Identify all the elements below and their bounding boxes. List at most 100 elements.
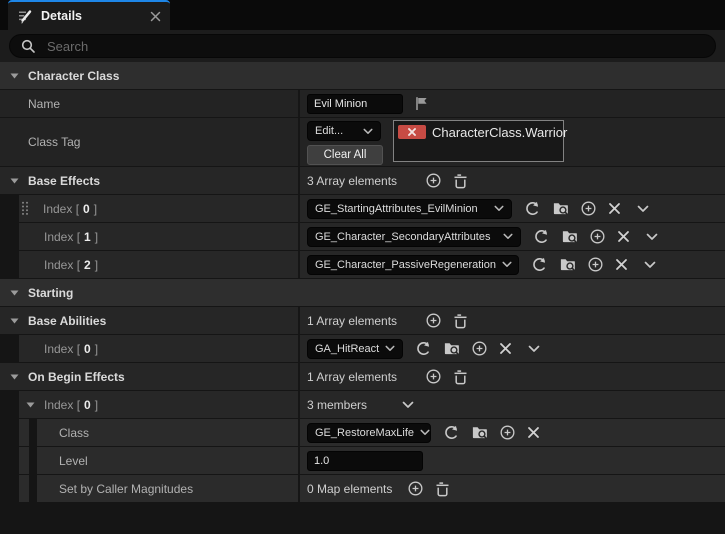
browse-to-asset-icon[interactable] [559, 256, 576, 273]
asset-name: GE_Character_PassiveRegeneration [315, 259, 496, 271]
more-options-chevron-icon[interactable] [646, 233, 658, 241]
add-element-icon[interactable] [580, 200, 597, 217]
category-character-class[interactable]: Character Class [0, 62, 725, 90]
more-options-chevron-icon[interactable] [644, 261, 656, 269]
browse-to-asset-icon[interactable] [471, 424, 488, 441]
clear-reference-x-icon[interactable] [527, 426, 540, 439]
clear-all-button[interactable]: Clear All [307, 145, 383, 165]
clear-reference-x-icon[interactable] [608, 202, 621, 215]
search-input[interactable] [45, 38, 704, 55]
array-controls [425, 368, 468, 385]
delete-elements-trash-icon[interactable] [453, 369, 468, 385]
browse-to-asset-icon[interactable] [443, 340, 460, 357]
add-element-icon[interactable] [587, 256, 604, 273]
asset-controls [524, 200, 649, 217]
row-on-begin-effects[interactable]: On Begin Effects 1 Array elements [0, 363, 725, 391]
grip-dots-icon[interactable] [21, 201, 29, 216]
add-element-icon[interactable] [471, 340, 488, 357]
tag-label: CharacterClass.Warrior [432, 125, 567, 140]
map-controls [407, 480, 450, 497]
search-row [0, 30, 725, 62]
row-on-begin-index-0[interactable]: Index [0] 3 members [0, 391, 725, 419]
add-element-icon[interactable] [499, 424, 516, 441]
level-input[interactable] [307, 451, 423, 471]
delete-elements-trash-icon[interactable] [453, 173, 468, 189]
browse-to-asset-icon[interactable] [552, 200, 569, 217]
clear-reference-x-icon[interactable] [499, 342, 512, 355]
array-label: On Begin Effects [28, 370, 125, 384]
search-box[interactable] [9, 34, 716, 58]
row-base-effects-index-0: Index [0] GE_StartingAttributes_EvilMini… [0, 195, 725, 223]
asset-name: GE_RestoreMaxLife [315, 427, 414, 439]
asset-dropdown[interactable]: GE_RestoreMaxLife [307, 423, 431, 443]
add-element-icon[interactable] [425, 368, 442, 385]
index-label: Index [0] [44, 398, 98, 412]
asset-dropdown[interactable]: GE_StartingAttributes_EvilMinion [307, 199, 512, 219]
property-label: Class [59, 426, 89, 440]
more-options-chevron-icon[interactable] [637, 205, 649, 213]
delete-elements-trash-icon[interactable] [453, 313, 468, 329]
triangle-down-icon[interactable] [10, 178, 19, 184]
clear-reference-x-icon[interactable] [615, 258, 628, 271]
triangle-down-icon[interactable] [10, 290, 19, 296]
chevron-down-icon [414, 429, 430, 436]
use-selected-asset-icon[interactable] [524, 200, 541, 217]
clear-reference-x-icon[interactable] [617, 230, 630, 243]
asset-dropdown[interactable]: GE_Character_PassiveRegeneration [307, 255, 519, 275]
browse-to-asset-icon[interactable] [561, 228, 578, 245]
remove-tag-x-icon[interactable] [398, 125, 426, 139]
flag-icon[interactable] [414, 96, 429, 111]
asset-dropdown[interactable]: GA_HitReact [307, 339, 403, 359]
chevron-down-icon [379, 345, 395, 352]
asset-controls [415, 340, 540, 357]
add-element-icon[interactable] [407, 480, 424, 497]
more-options-chevron-icon[interactable] [528, 345, 540, 353]
array-count: 3 Array elements [307, 174, 425, 188]
array-count: 1 Array elements [307, 314, 425, 328]
magnifier-icon [21, 39, 36, 54]
use-selected-asset-icon[interactable] [533, 228, 550, 245]
add-element-icon[interactable] [589, 228, 606, 245]
edit-tags-label: Edit... [315, 125, 343, 137]
add-element-icon[interactable] [425, 312, 442, 329]
edit-tags-dropdown[interactable]: Edit... [307, 121, 381, 141]
use-selected-asset-icon[interactable] [531, 256, 548, 273]
use-selected-asset-icon[interactable] [443, 424, 460, 441]
asset-dropdown[interactable]: GE_Character_SecondaryAttributes [307, 227, 521, 247]
triangle-down-icon[interactable] [10, 318, 19, 324]
close-tab-x-icon[interactable] [150, 11, 161, 22]
clear-all-label: Clear All [324, 149, 367, 161]
row-class: Class GE_RestoreMaxLife [0, 419, 725, 447]
triangle-down-icon[interactable] [10, 374, 19, 380]
row-base-abilities[interactable]: Base Abilities 1 Array elements [0, 307, 725, 335]
category-label: Starting [28, 286, 73, 300]
struct-count: 3 members [307, 398, 402, 412]
index-label: Index [2] [44, 258, 98, 272]
triangle-down-icon[interactable] [26, 402, 35, 408]
row-set-by-caller-magnitudes: Set by Caller Magnitudes 0 Map elements [0, 475, 725, 503]
tag-list-container: CharacterClass.Warrior [393, 120, 564, 162]
property-label: Level [59, 454, 88, 468]
row-class-tag: Class Tag Edit... Clear All CharacterCla… [0, 118, 725, 167]
row-name: Name [0, 90, 725, 118]
tab-title: Details [41, 9, 142, 23]
asset-controls [443, 424, 540, 441]
triangle-down-icon[interactable] [10, 73, 19, 79]
name-input[interactable] [307, 94, 403, 114]
category-starting[interactable]: Starting [0, 279, 725, 307]
row-base-effects[interactable]: Base Effects 3 Array elements [0, 167, 725, 195]
tab-details[interactable]: Details [8, 0, 170, 30]
chevron-down-icon [496, 261, 512, 268]
delete-elements-trash-icon[interactable] [435, 481, 450, 497]
add-element-icon[interactable] [425, 172, 442, 189]
row-level: Level [0, 447, 725, 475]
asset-controls [533, 228, 658, 245]
array-label: Base Abilities [28, 314, 106, 328]
use-selected-asset-icon[interactable] [415, 340, 432, 357]
property-label: Set by Caller Magnitudes [59, 482, 193, 496]
array-label: Base Effects [28, 174, 100, 188]
chevron-down-icon[interactable] [402, 401, 414, 409]
category-label: Character Class [28, 69, 119, 83]
property-label: Class Tag [28, 135, 80, 149]
array-controls [425, 172, 468, 189]
